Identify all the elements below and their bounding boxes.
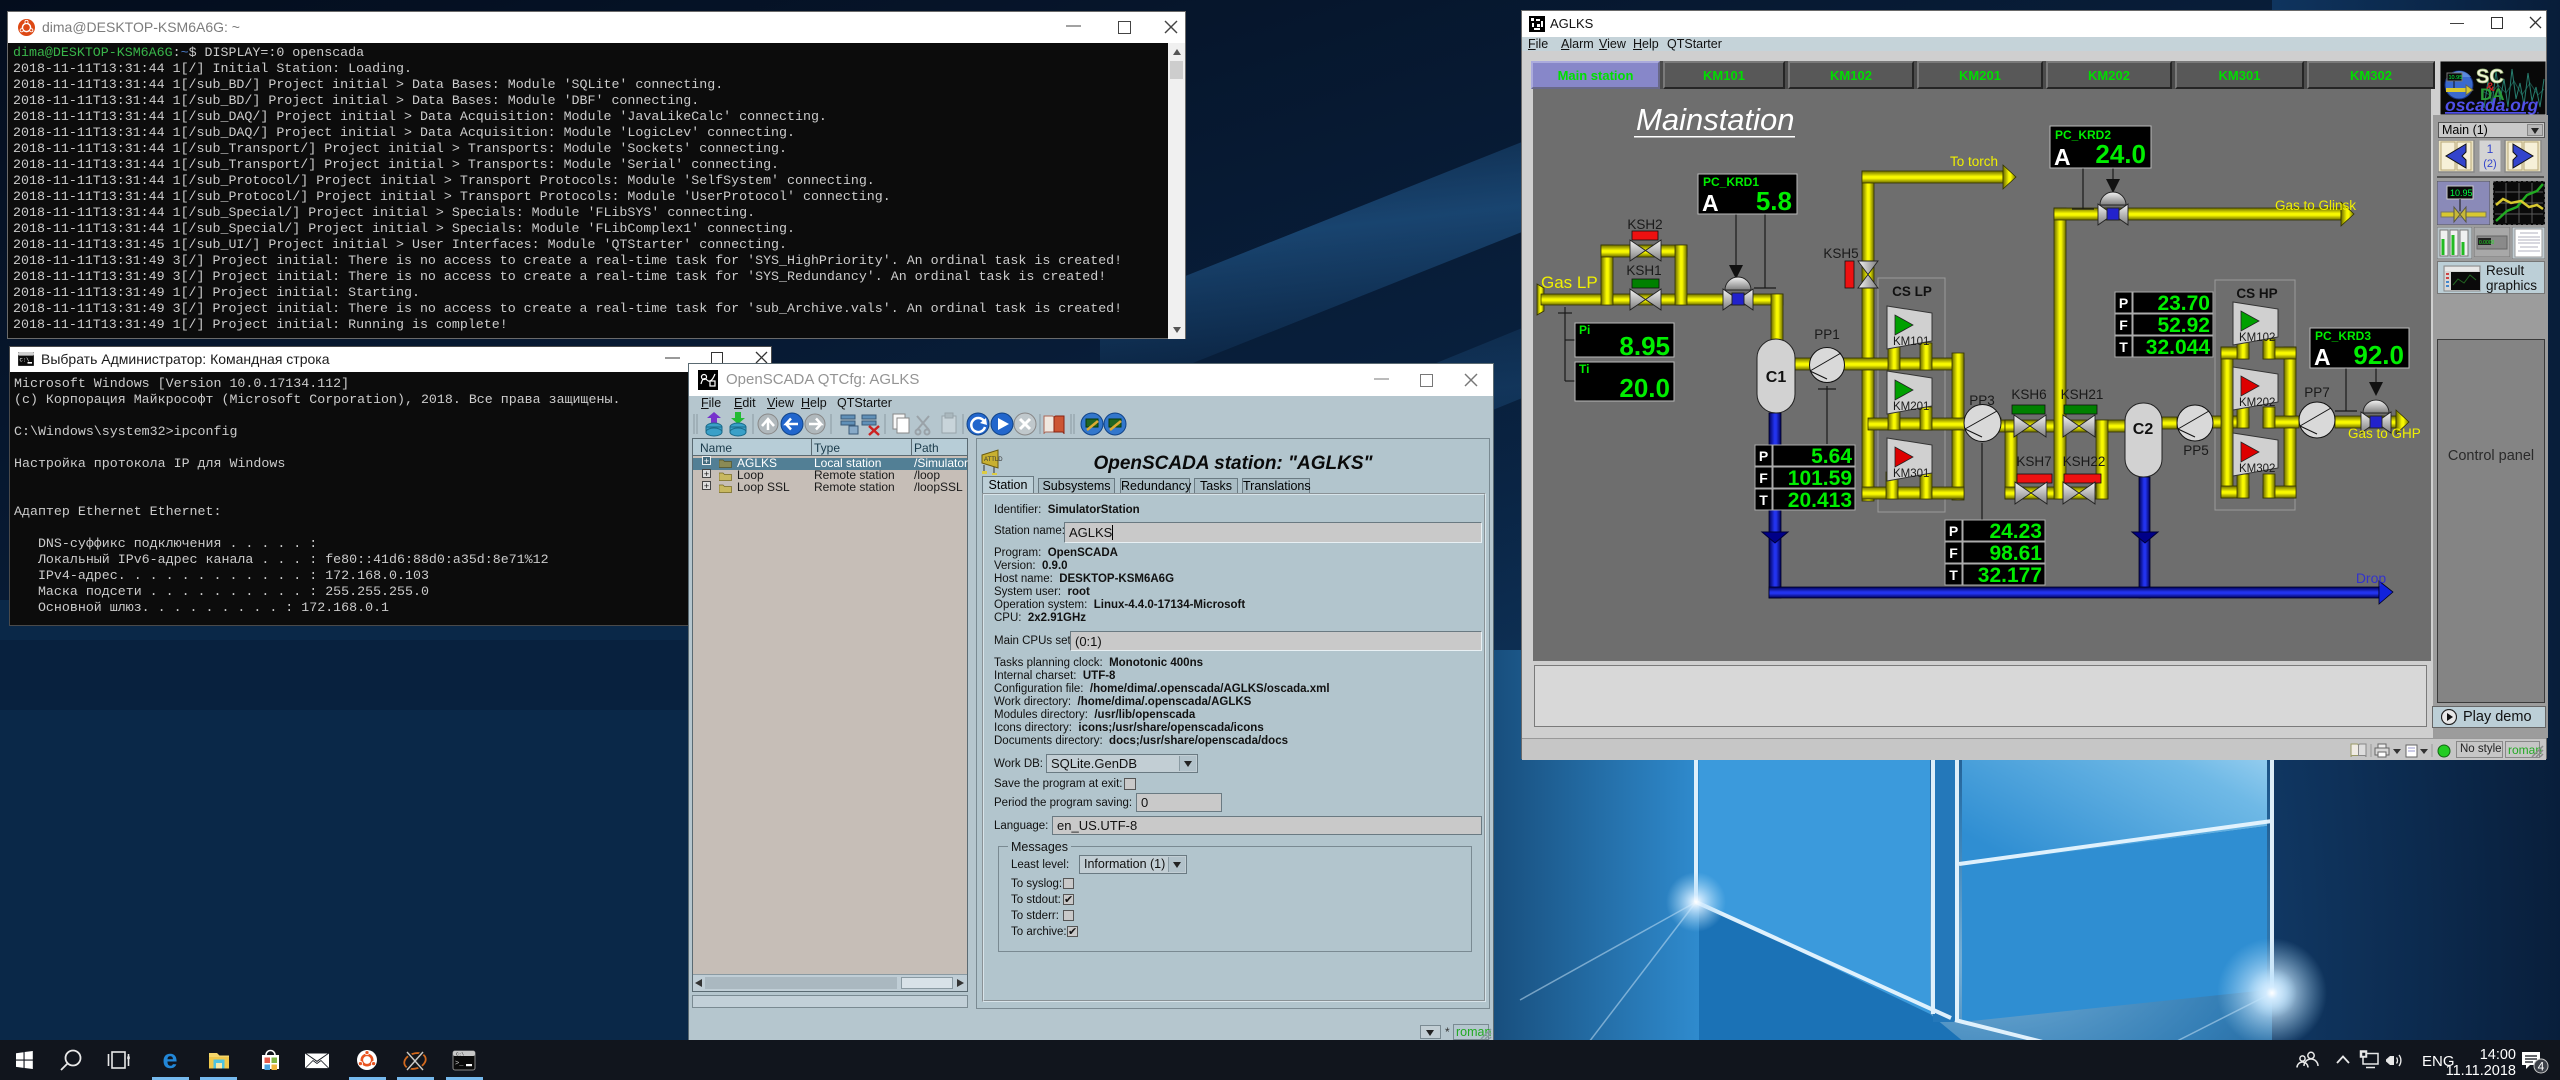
svg-text:1: 1	[2487, 142, 2494, 156]
svg-text:32.177: 32.177	[1978, 564, 2042, 587]
svg-text:Ti: Ti	[1579, 362, 1589, 376]
svg-text:KM202: KM202	[2239, 397, 2275, 409]
svg-text:20.413: 20.413	[1788, 489, 1852, 512]
svg-text:KM102: KM102	[2239, 332, 2275, 344]
svg-text:11.11.2018: 11.11.2018	[2446, 1063, 2516, 1079]
svg-text:98.61: 98.61	[1989, 542, 2042, 565]
svg-text:PP5: PP5	[2183, 443, 2209, 458]
svg-text:F: F	[1759, 470, 1768, 486]
svg-text:8.95: 8.95	[1619, 331, 1670, 361]
svg-text:92.0: 92.0	[2353, 340, 2404, 370]
svg-text:4: 4	[2538, 1060, 2545, 1074]
svg-text:Pi: Pi	[1579, 323, 1590, 337]
svg-text:5.8: 5.8	[1756, 186, 1792, 216]
svg-text:e: e	[162, 1044, 177, 1074]
svg-text:101.59: 101.59	[1788, 467, 1852, 490]
svg-text:CS HP: CS HP	[2236, 286, 2277, 301]
svg-text:C1: C1	[1766, 369, 1787, 386]
svg-text:KSH21: KSH21	[2061, 387, 2104, 402]
svg-text:PP1: PP1	[1814, 327, 1840, 342]
svg-text:(2): (2)	[2483, 158, 2496, 170]
svg-text:KSH6: KSH6	[2011, 387, 2046, 402]
svg-text:F: F	[1949, 545, 1958, 561]
svg-text:KM101: KM101	[1893, 336, 1929, 348]
svg-text:5.64: 5.64	[1811, 445, 1852, 468]
svg-text:24.23: 24.23	[1989, 520, 2042, 543]
svg-text:KM302: KM302	[2239, 463, 2275, 475]
svg-text:P: P	[2119, 295, 2128, 311]
svg-text:32.044: 32.044	[2146, 336, 2211, 359]
svg-text:PP7: PP7	[2304, 385, 2330, 400]
svg-text:C2: C2	[2133, 421, 2154, 438]
svg-text:PC_KRD1: PC_KRD1	[1703, 175, 1759, 189]
svg-text:oscada.org: oscada.org	[2445, 95, 2539, 115]
svg-text:P: P	[1949, 523, 1958, 539]
svg-text:14:00: 14:00	[2480, 1047, 2516, 1063]
svg-text:PP3: PP3	[1969, 393, 1995, 408]
svg-text:C:\: C:\	[456, 1052, 464, 1058]
svg-text:KSH5: KSH5	[1823, 246, 1858, 261]
svg-text:T: T	[1759, 492, 1768, 508]
svg-text:10.95: 10.95	[2449, 75, 2463, 81]
svg-text:A: A	[1702, 190, 1719, 216]
svg-text:10.95: 10.95	[2450, 188, 2473, 198]
svg-text:KSH22: KSH22	[2063, 454, 2106, 469]
svg-text:24.0: 24.0	[2095, 139, 2146, 169]
svg-text:CS LP: CS LP	[1892, 284, 1932, 299]
svg-text:Gas to GHP: Gas to GHP	[2348, 426, 2421, 441]
svg-text:Drop: Drop	[2356, 570, 2387, 586]
svg-text:52.92: 52.92	[2157, 314, 2210, 337]
svg-text:KSH7: KSH7	[2016, 454, 2051, 469]
svg-text:KM301: KM301	[1893, 468, 1929, 480]
svg-text:KSH2: KSH2	[1627, 217, 1662, 232]
svg-text:>_: >_	[455, 1060, 464, 1068]
svg-text:23.70: 23.70	[2157, 292, 2210, 315]
svg-text:0.0000: 0.0000	[2479, 240, 2495, 246]
svg-text:To torch: To torch	[1950, 154, 1998, 169]
svg-text:Gas to Glinsk: Gas to Glinsk	[2275, 198, 2356, 213]
svg-text:A: A	[2314, 344, 2331, 370]
svg-text:Gas LP: Gas LP	[1541, 273, 1598, 292]
svg-text:KM201: KM201	[1893, 401, 1929, 413]
svg-text:A: A	[2054, 144, 2071, 170]
svg-text:20.0: 20.0	[1619, 373, 1670, 403]
svg-text:Mainstation: Mainstation	[1636, 102, 1795, 137]
svg-text:T: T	[1949, 567, 1958, 583]
svg-text:T: T	[2119, 339, 2128, 355]
svg-text:F: F	[2119, 317, 2128, 333]
svg-text:P: P	[1759, 448, 1768, 464]
svg-text:KSH1: KSH1	[1626, 263, 1661, 278]
